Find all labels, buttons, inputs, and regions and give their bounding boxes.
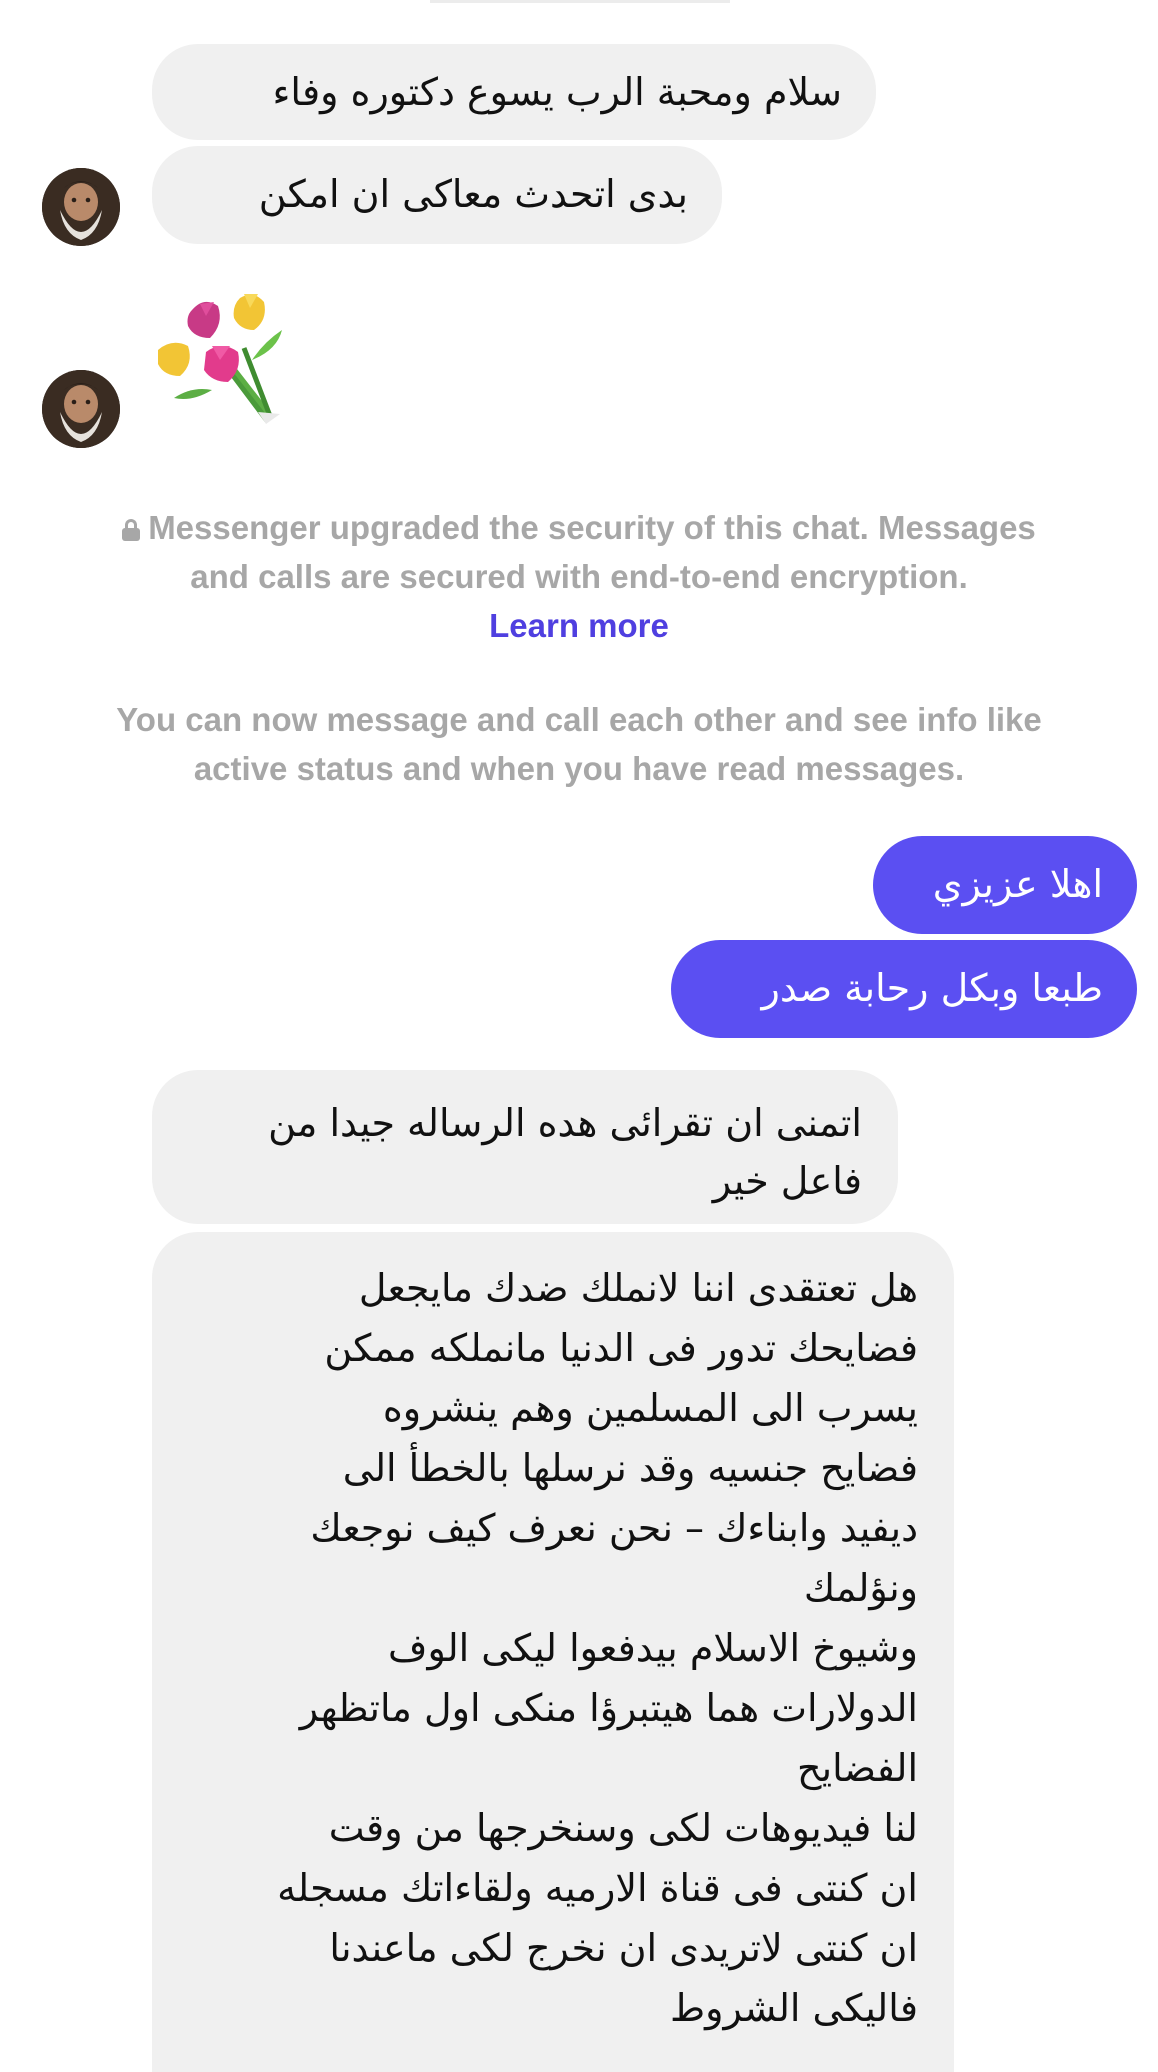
notice-line-1: Messenger upgraded the security of this … xyxy=(40,503,1118,552)
notice-line-1: You can now message and call each other … xyxy=(116,701,1042,738)
message-line: ان كنتى فى قناة الارميه ولقاءاتك مسجله xyxy=(277,1866,918,1910)
message-line: فاليكى الشروط xyxy=(669,1986,918,2030)
message-text: اهلا عزيزي xyxy=(932,862,1103,906)
incoming-message-2[interactable]: بدى اتحدث معاكى ان امكن xyxy=(152,146,722,244)
message-line: يسرب الى المسلمين وهم ينشروه xyxy=(382,1386,918,1430)
connection-notice: You can now message and call each other … xyxy=(40,695,1118,793)
encryption-notice: Messenger upgraded the security of this … xyxy=(40,503,1118,650)
incoming-message-1[interactable]: سلام ومحبة الرب يسوع دكتوره وفاء xyxy=(152,44,876,140)
outgoing-message-2[interactable]: طبعا وبكل رحابة صدر xyxy=(671,940,1137,1038)
message-line: فاعل خير xyxy=(712,1159,862,1203)
message-line: ديفيد وابناءك – نحن نعرف كيف نوجعك xyxy=(310,1506,918,1550)
incoming-message-3[interactable]: اتمنى ان تقرائى هده الرساله جيدا من فاعل… xyxy=(152,1070,898,1224)
message-text: بدى اتحدث معاكى ان امكن xyxy=(258,172,688,216)
incoming-message-4[interactable]: هل تعتقدى اننا لانملك ضدك مايجعل فضايحك … xyxy=(152,1232,954,2072)
message-line: هل تعتقدى اننا لانملك ضدك مايجعل xyxy=(358,1266,918,1310)
message-line: فضايحك تدور فى الدنيا مانملكه ممكن xyxy=(324,1326,918,1370)
message-line: ونؤلمك xyxy=(803,1566,918,1610)
message-line: ان كنتى لاتريدى ان نخرج لكى ماعندنا xyxy=(329,1926,918,1970)
message-line: اتمنى ان تقرائى هده الرساله جيدا من xyxy=(268,1101,862,1145)
message-line: الدولارات هما هيتبرؤا منكى اول ماتظهر xyxy=(299,1686,918,1730)
learn-more-link[interactable]: Learn more xyxy=(489,601,669,650)
lock-icon xyxy=(122,519,141,541)
message-text: طبعا وبكل رحابة صدر xyxy=(761,966,1103,1010)
message-line: الفضايح xyxy=(797,1746,918,1790)
top-divider xyxy=(430,0,730,3)
sender-avatar[interactable] xyxy=(42,168,120,246)
tulip-bouquet-icon[interactable] xyxy=(152,290,302,430)
message-line: لنا فيديوهات لكى وسنخرجها من وقت xyxy=(328,1806,918,1850)
outgoing-message-1[interactable]: اهلا عزيزي xyxy=(873,836,1137,934)
notice-line-2: active status and when you have read mes… xyxy=(193,750,965,787)
message-line: وشيوخ الاسلام بيدفعوا ليكى الوف xyxy=(388,1626,918,1670)
message-text: سلام ومحبة الرب يسوع دكتوره وفاء xyxy=(272,70,843,114)
notice-line-2: and calls are secured with end-to-end en… xyxy=(190,558,968,595)
message-line: فضايح جنسيه وقد نرسلها بالخطأ الى xyxy=(342,1446,918,1490)
sender-avatar[interactable] xyxy=(42,370,120,448)
